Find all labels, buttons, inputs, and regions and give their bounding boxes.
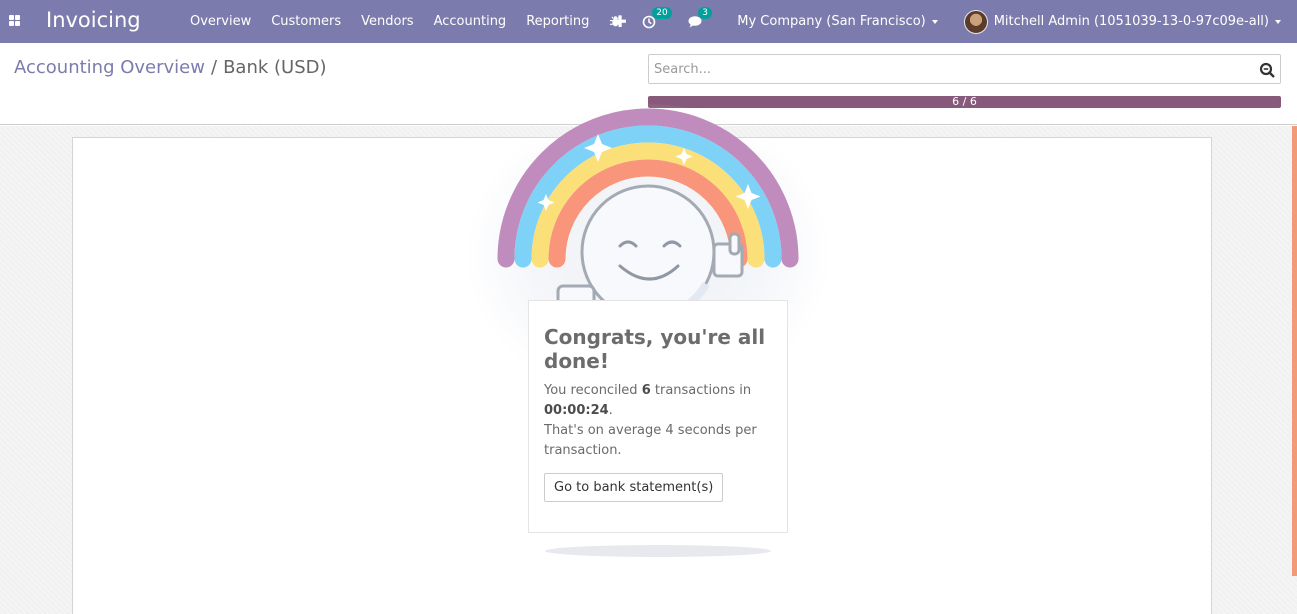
search-icon[interactable] [1259, 62, 1275, 78]
chevron-down-icon [931, 19, 938, 24]
go-to-bank-statements-button[interactable]: Go to bank statement(s) [544, 473, 724, 502]
message-count-badge: 3 [698, 7, 712, 19]
chevron-down-icon [1275, 19, 1281, 24]
menu-item-vendors[interactable]: Vendors [351, 14, 423, 29]
breadcrumb: Accounting Overview / Bank (USD) [14, 57, 327, 78]
apps-menu-icon[interactable] [9, 15, 20, 26]
activity-count-badge: 20 [652, 6, 672, 19]
company-switcher[interactable]: My Company (San Francisco) [737, 14, 938, 29]
user-menu[interactable]: Mitchell Admin (1051039-13-0-97c09e-all) [963, 9, 1281, 34]
menu-item-customers[interactable]: Customers [261, 14, 351, 29]
congrats-title: Congrats, you're all done! [544, 325, 766, 373]
search-input[interactable] [649, 55, 1239, 83]
breadcrumb-separator: / [210, 57, 218, 78]
menu-item-accounting[interactable]: Accounting [424, 14, 517, 29]
activity-clock-icon[interactable]: 20 [642, 6, 672, 29]
elapsed-time: 00:00:24 [544, 403, 609, 418]
avatar [963, 9, 988, 34]
search-box [648, 54, 1281, 84]
rainbow-smiley-illustration [497, 108, 799, 321]
user-name: Mitchell Admin (1051039-13-0-97c09e-all) [993, 14, 1269, 29]
app-title[interactable]: Invoicing [46, 8, 141, 32]
average-time-text: That's on average 4 seconds per transact… [544, 423, 757, 458]
summary-mid: transactions in [650, 383, 752, 398]
breadcrumb-current: Bank (USD) [223, 57, 327, 78]
breadcrumb-parent-link[interactable]: Accounting Overview [14, 57, 205, 78]
transaction-count: 6 [641, 383, 651, 398]
congrats-card: Congrats, you're all done! You reconcile… [528, 300, 788, 533]
bug-icon[interactable] [609, 15, 622, 28]
menu-item-overview[interactable]: Overview [180, 14, 261, 29]
company-name: My Company (San Francisco) [737, 14, 926, 29]
summary-prefix: You reconciled [544, 383, 642, 398]
main-menu: Overview Customers Vendors Accounting Re… [180, 0, 627, 43]
card-shadow [545, 545, 771, 557]
congrats-summary: You reconciled 6 transactions in 00:00:2… [544, 381, 772, 461]
summary-end: . [608, 403, 613, 418]
menu-item-reporting[interactable]: Reporting [516, 14, 599, 29]
top-navbar: Invoicing Overview Customers Vendors Acc… [0, 0, 1297, 43]
messages-icon[interactable]: 3 [688, 7, 712, 28]
scrollbar[interactable] [1292, 126, 1297, 576]
navbar-systray: 20 3 My Company (San Francisco) Mitchell… [599, 0, 1297, 43]
